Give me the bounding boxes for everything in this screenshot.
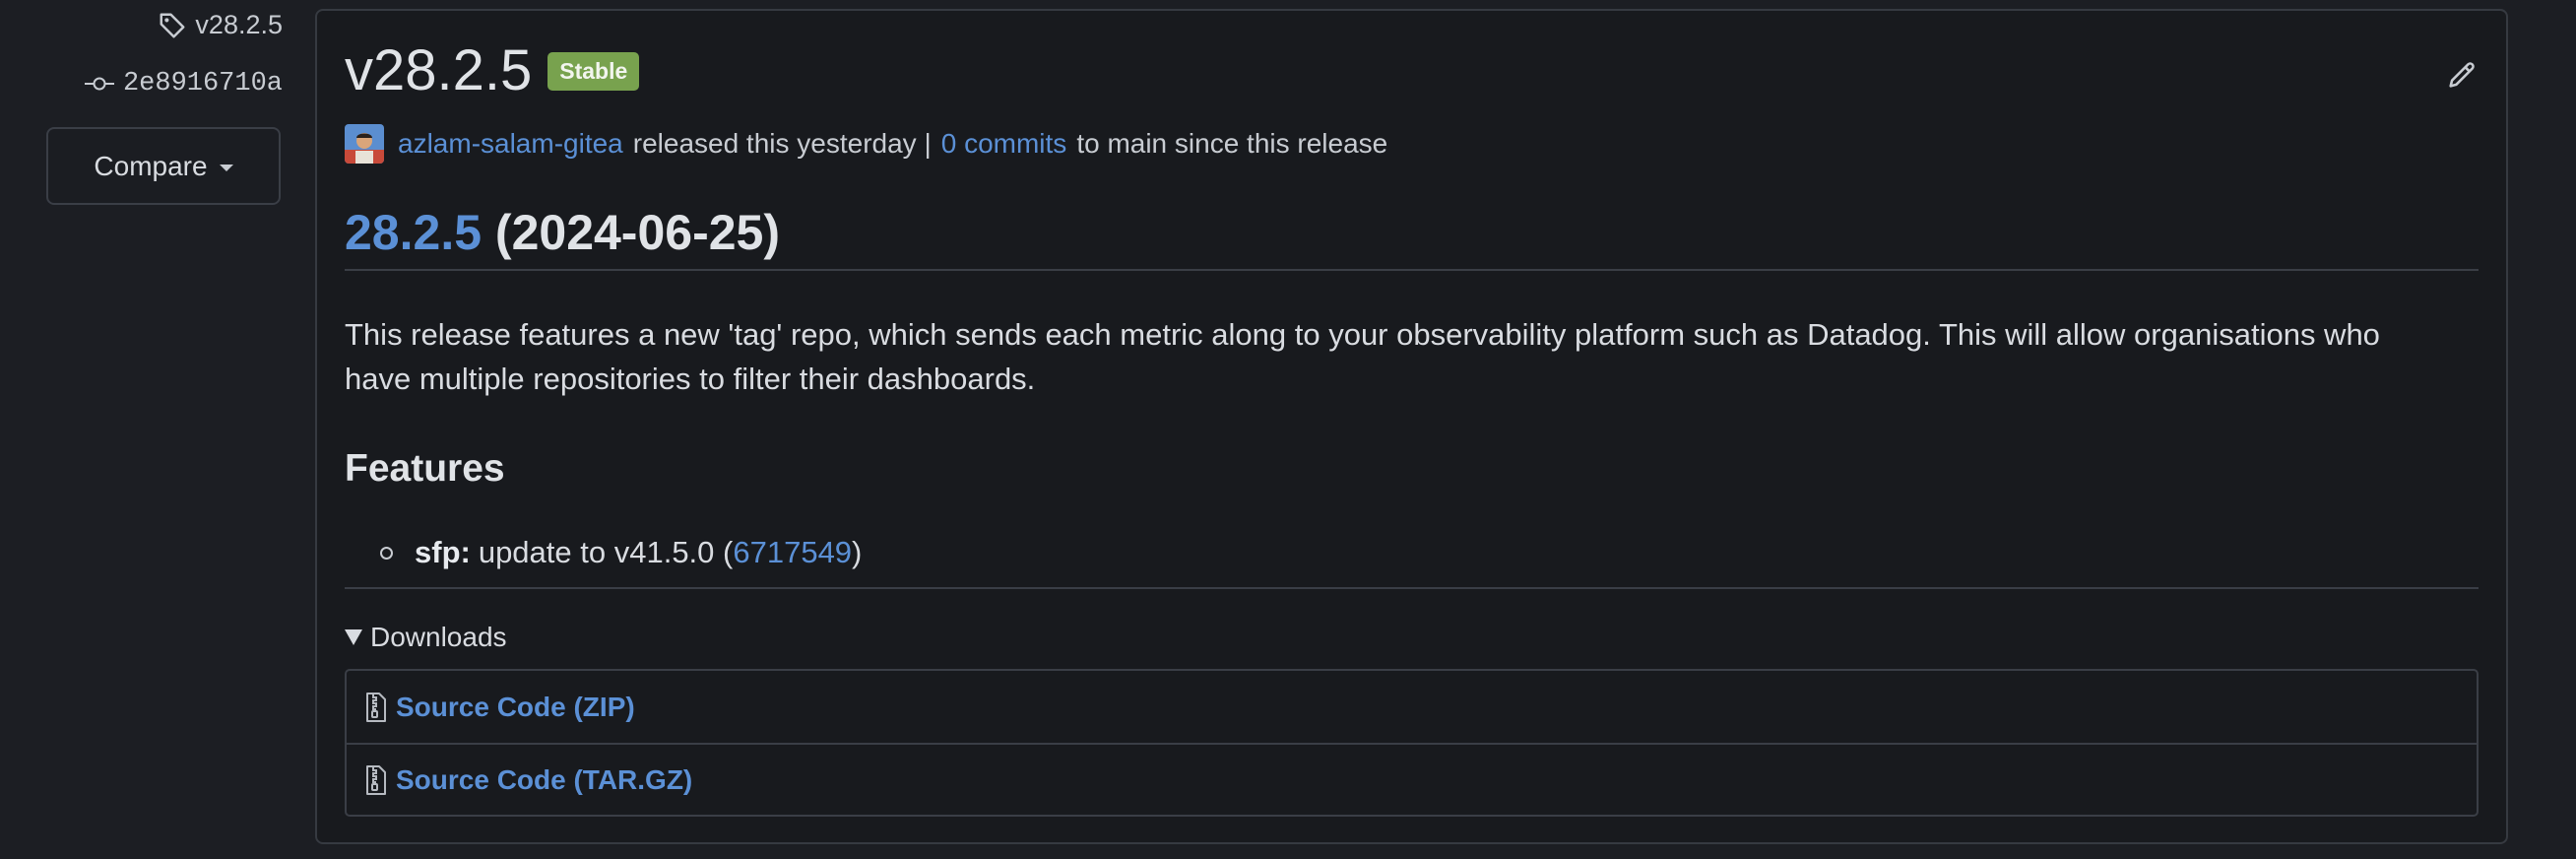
bullet-icon [380,546,393,560]
release-header: v28.2.5 Stable [345,42,640,99]
feature-scope: sfp: [415,535,471,569]
released-text: released this yesterday | [632,128,932,159]
download-zip-label: Source Code (ZIP) [396,691,635,722]
tag-label: v28.2.5 [195,10,283,39]
pencil-icon[interactable] [2445,58,2479,92]
author-link[interactable]: azlam-salam-gitea [398,128,623,160]
feature-commit-link[interactable]: 6717549 [733,535,852,570]
stable-badge: Stable [547,51,640,91]
release-title[interactable]: v28.2.5 [345,42,532,99]
version-link[interactable]: 28.2.5 [345,205,482,260]
download-zip-link[interactable]: Source Code (ZIP) [347,671,2477,743]
caret-down-icon [219,164,233,171]
version-heading: 28.2.5 (2024-06-25) [345,204,780,261]
file-zip-icon [366,692,386,722]
avatar[interactable] [345,124,384,164]
downloads-label: Downloads [370,622,507,652]
file-zip-icon [366,764,386,795]
downloads-divider [345,587,2479,589]
commit-link[interactable]: 2e8916710a [84,69,283,99]
features-heading: Features [345,447,505,490]
version-date: (2024-06-25) [494,205,780,260]
tag-icon [160,13,185,37]
download-targz-link[interactable]: Source Code (TAR.GZ) [347,743,2477,815]
feature-text: update to v41.5.0 ( [478,535,734,569]
commits-link[interactable]: 0 commits [941,128,1067,160]
triangle-down-icon [345,629,362,645]
release-card: v28.2.5 Stable azlam-salam-gitea release… [315,9,2508,844]
release-description: This release features a new 'tag' repo, … [345,317,2380,396]
tag-link[interactable]: v28.2.5 [158,10,283,40]
heading-divider [345,269,2479,271]
list-item: sfp: update to v41.5.0 ( 6717549 ) [380,535,862,570]
commits-suffix: to main since this release [1076,128,1388,159]
downloads-list: Source Code (ZIP) Source Code (TAR.GZ) [345,669,2479,817]
release-meta: azlam-salam-gitea released this yesterda… [345,124,1387,164]
release-sidebar: v28.2.5 2e8916710a Compare [0,0,295,859]
feature-close-paren: ) [852,535,863,569]
commit-label: 2e8916710a [122,69,283,99]
downloads-toggle[interactable]: Downloads [345,622,507,653]
compare-button[interactable]: Compare [46,127,281,205]
download-targz-label: Source Code (TAR.GZ) [396,763,693,795]
git-commit-icon [84,77,114,91]
compare-button-label: Compare [94,150,208,181]
